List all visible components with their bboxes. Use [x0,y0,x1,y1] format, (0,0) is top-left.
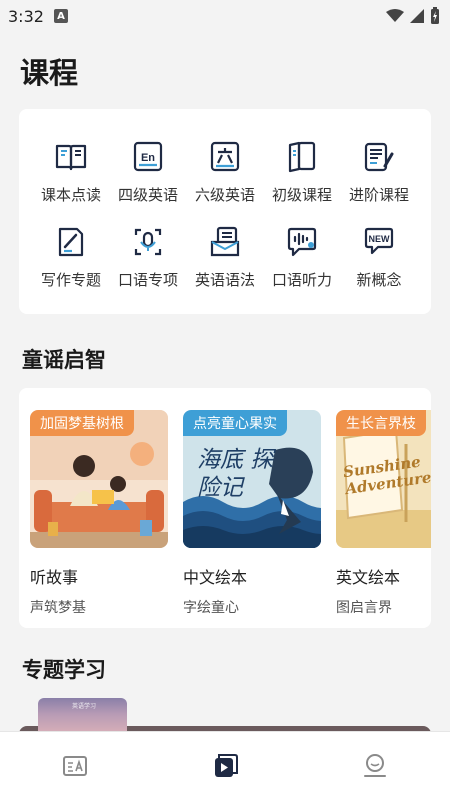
special-thumbnail-text: 英语学习 [72,703,97,710]
course-item-speaking[interactable]: 口语专项 [107,225,189,299]
new-badge-icon: NEW [364,227,394,255]
translate-card-icon [63,756,87,776]
course-item-label: 进阶课程 [348,186,409,204]
course-item-writing[interactable]: 写作专题 [30,225,112,299]
book-cover: Sunshine Adventures 生长言界枝 [336,410,431,548]
notes-pen-icon [364,142,394,172]
book-card-chinese-picture-book[interactable]: 海底 探险记 点亮童心果实 中文绘本 字绘童心 [183,410,321,617]
course-item-label: 六级英语 [194,186,255,204]
microphone-icon [134,228,162,256]
special-thumbnail[interactable]: 英语学习 [38,698,127,734]
battery-charging-icon [431,7,439,24]
bottom-nav [0,731,450,800]
section-title-rhymes: 童谣启智 [22,348,106,372]
course-grid: 课本点读 En 四级英语 六级英语 初级课程 进阶课程 写作专题 口语专项 英语… [19,109,431,314]
course-item-cet4[interactable]: En 四级英语 [107,140,189,214]
course-item-beginner[interactable]: 初级课程 [261,140,343,214]
course-item-new-concept[interactable]: NEW 新概念 [338,225,420,299]
course-item-label: 写作专题 [40,271,101,289]
book-tag: 生长言界枝 [336,410,426,436]
document-stack-icon [210,226,240,257]
writing-icon [58,227,84,257]
book-cover: 加固梦基树根 [30,410,168,548]
section-title-special: 专题学习 [22,658,106,682]
book-tag: 加固梦基树根 [30,410,134,436]
open-book-icon [55,144,87,171]
voice-chat-icon [287,227,317,257]
course-item-label: 新概念 [356,271,402,289]
course-item-label: 英语语法 [194,271,255,289]
status-icons [386,7,440,25]
status-bar: 3:32 A [0,0,450,32]
book-card-english-picture-book[interactable]: Sunshine Adventures 生长言界枝 英文绘本 图启言界 [336,410,431,617]
book-subtitle: 图启言界 [336,600,392,616]
profile-icon [364,754,386,777]
wifi-icon [386,9,404,22]
video-play-icon [215,754,238,777]
page-title: 课程 [20,56,79,90]
book-tag: 点亮童心果实 [183,410,287,436]
course-item-advanced[interactable]: 进阶课程 [338,140,420,214]
course-item-listening[interactable]: 口语听力 [261,225,343,299]
nav-tab-courses[interactable] [211,752,239,780]
en-badge-icon: En [133,141,163,172]
svg-text:En: En [141,152,155,164]
six-badge-icon [210,141,240,172]
nav-tab-translate[interactable] [61,752,89,780]
book-title: 中文绘本 [183,568,248,587]
book-title: 听故事 [30,568,79,587]
status-time: 3:32 [8,6,44,26]
book-cover: 海底 探险记 点亮童心果实 [183,410,321,548]
nav-tab-profile[interactable] [361,752,389,780]
book-icon [288,141,316,173]
notification-icon: A [53,9,68,23]
course-item-label: 初级课程 [271,186,332,204]
book-card-story[interactable]: 加固梦基树根 听故事 声筑梦基 [30,410,168,617]
signal-icon [410,9,424,23]
course-item-grammar[interactable]: 英语语法 [184,225,266,299]
book-subtitle: 字绘童心 [183,600,239,616]
course-item-textbook-reading[interactable]: 课本点读 [30,140,112,214]
course-item-label: 课本点读 [40,186,101,204]
rhymes-card: 加固梦基树根 听故事 声筑梦基 海底 探险记 点亮童心果实 中文绘本 字绘童心 [19,388,431,628]
course-item-label: 四级英语 [117,186,178,204]
course-item-label: 口语听力 [271,271,332,289]
book-subtitle: 声筑梦基 [30,600,86,616]
course-grid-card: 课本点读 En 四级英语 六级英语 初级课程 进阶课程 写作专题 口语专项 英语… [19,109,431,314]
svg-text:NEW: NEW [369,234,391,244]
book-cover-title: 海底 探险记 [197,447,274,501]
course-item-cet6[interactable]: 六级英语 [184,140,266,214]
course-item-label: 口语专项 [117,271,178,289]
book-title: 英文绘本 [336,568,401,587]
